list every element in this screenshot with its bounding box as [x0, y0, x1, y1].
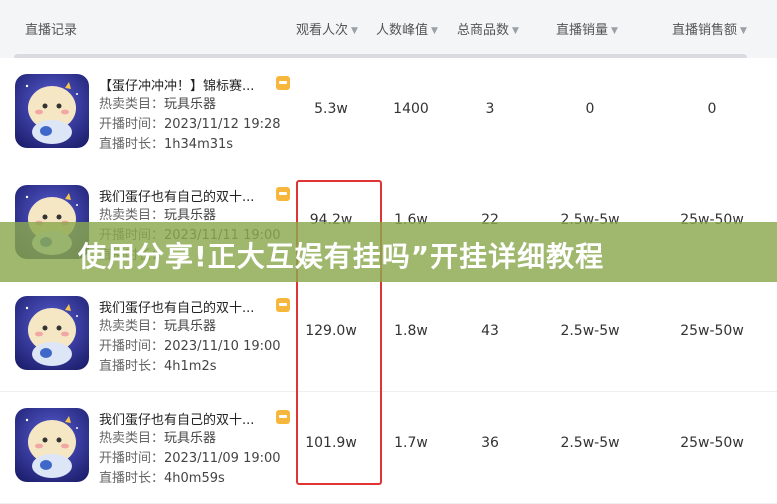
peak-value: 1400 [393, 101, 429, 117]
category-label: 热卖类目： [99, 431, 165, 446]
duration-line: 直播时长：1h34m31s [99, 133, 233, 152]
table-row[interactable]: 我们蛋仔也有自己的双十... 热卖类目：玩具乐器 开播时间：2023/11/10… [0, 280, 777, 392]
sort-caret-icon[interactable]: ▼ [351, 26, 358, 36]
duration-label: 直播时长： [99, 137, 165, 152]
peak-value: 1.7w [394, 435, 428, 451]
table-header: 直播记录 观看人次 ▼ 人数峰值 ▼ 总商品数 ▼ 直播销量 ▼ 直播销售额 ▼ [0, 0, 777, 61]
products-value: 36 [481, 435, 499, 451]
header-peak-label: 人数峰值 [376, 23, 429, 38]
duration-line: 直播时长：4h1m2s [99, 355, 217, 374]
sales-value: 2.5w-5w [560, 435, 620, 451]
banner-text: 使用分享!正大互娱有挂吗”开挂详细教程 [78, 240, 605, 273]
duration-label: 直播时长： [99, 359, 165, 374]
category-line: 热卖类目：玩具乐器 [99, 427, 216, 446]
products-value: 43 [481, 323, 499, 339]
product-tag-icon [276, 410, 290, 424]
product-tag-icon [276, 298, 290, 312]
start-time-line: 开播时间：2023/11/09 19:00 [99, 447, 281, 466]
category-value: 玩具乐器 [164, 97, 217, 112]
start-value: 2023/11/10 19:00 [164, 339, 281, 354]
overlay-banner: 使用分享!正大互娱有挂吗”开挂详细教程 [0, 222, 777, 282]
live-thumbnail[interactable] [15, 296, 89, 370]
start-label: 开播时间： [99, 339, 165, 354]
live-title[interactable]: 我们蛋仔也有自己的双十... [99, 186, 254, 205]
header-revenue[interactable]: 直播销售额 ▼ [672, 19, 747, 38]
category-label: 热卖类目： [99, 97, 165, 112]
category-line: 热卖类目：玩具乐器 [99, 204, 216, 223]
header-sales-label: 直播销量 [556, 23, 609, 38]
header-peak[interactable]: 人数峰值 ▼ [376, 19, 438, 38]
sort-caret-icon[interactable]: ▼ [431, 26, 438, 36]
category-label: 热卖类目： [99, 319, 165, 334]
header-live-record: 直播记录 [25, 23, 78, 38]
duration-value: 4h0m59s [164, 471, 225, 486]
header-products-label: 总商品数 [457, 23, 510, 38]
product-tag-icon [276, 187, 290, 201]
sort-caret-icon[interactable]: ▼ [611, 26, 618, 36]
product-tag-icon [276, 76, 290, 90]
start-label: 开播时间： [99, 451, 165, 466]
peak-value: 1.8w [394, 323, 428, 339]
header-revenue-label: 直播销售额 [672, 23, 738, 38]
live-thumbnail[interactable] [15, 74, 89, 148]
live-thumbnail[interactable] [15, 408, 89, 482]
table-row[interactable]: 我们蛋仔也有自己的双十... 热卖类目：玩具乐器 开播时间：2023/11/09… [0, 392, 777, 504]
revenue-value: 25w-50w [680, 435, 744, 451]
category-value: 玩具乐器 [164, 208, 217, 223]
start-time-line: 开播时间：2023/11/10 19:00 [99, 335, 281, 354]
sort-caret-icon[interactable]: ▼ [740, 26, 747, 36]
sales-value: 0 [585, 101, 595, 117]
live-title[interactable]: 【蛋仔冲冲冲！】锦标赛... [99, 75, 254, 94]
products-value: 3 [485, 101, 495, 117]
header-views-label: 观看人次 [296, 23, 349, 38]
revenue-value: 25w-50w [680, 323, 744, 339]
category-line: 热卖类目：玩具乐器 [99, 315, 216, 334]
category-line: 热卖类目：玩具乐器 [99, 93, 216, 112]
category-value: 玩具乐器 [164, 431, 217, 446]
start-time-line: 开播时间：2023/11/12 19:28 [99, 113, 281, 132]
live-title[interactable]: 我们蛋仔也有自己的双十... [99, 297, 254, 316]
header-sales[interactable]: 直播销量 ▼ [556, 19, 618, 38]
start-label: 开播时间： [99, 117, 165, 132]
views-value: 5.3w [314, 101, 348, 117]
category-value: 玩具乐器 [164, 319, 217, 334]
revenue-value: 0 [707, 101, 717, 117]
table-row[interactable]: 【蛋仔冲冲冲！】锦标赛... 热卖类目：玩具乐器 开播时间：2023/11/12… [0, 58, 777, 170]
start-value: 2023/11/12 19:28 [164, 117, 281, 132]
start-value: 2023/11/09 19:00 [164, 451, 281, 466]
sales-value: 2.5w-5w [560, 323, 620, 339]
duration-value: 1h34m31s [164, 137, 234, 152]
sort-caret-icon[interactable]: ▼ [512, 26, 519, 36]
duration-label: 直播时长： [99, 471, 165, 486]
header-products[interactable]: 总商品数 ▼ [457, 19, 519, 38]
duration-line: 直播时长：4h0m59s [99, 467, 225, 486]
header-views[interactable]: 观看人次 ▼ [296, 19, 358, 38]
live-title[interactable]: 我们蛋仔也有自己的双十... [99, 409, 254, 428]
duration-value: 4h1m2s [164, 359, 217, 374]
category-label: 热卖类目： [99, 208, 165, 223]
